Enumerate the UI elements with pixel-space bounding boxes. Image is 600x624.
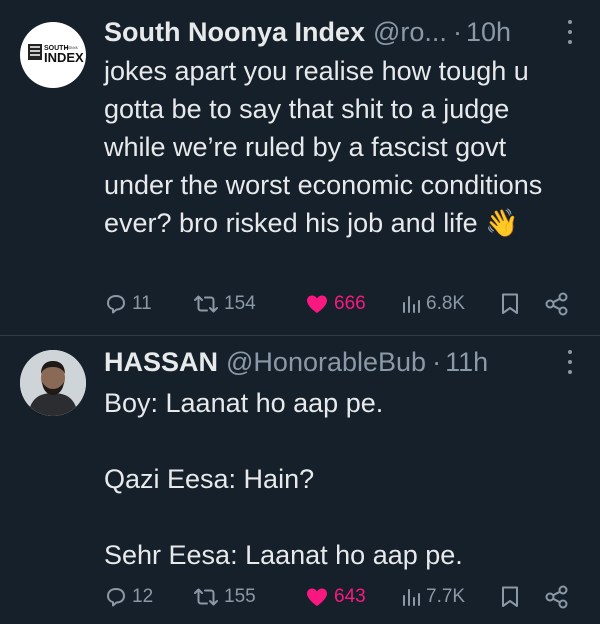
share-icon: [545, 292, 568, 316]
tweet-header: South Noonya Index @ro... · 10h: [104, 14, 580, 50]
timestamp[interactable]: 11h: [445, 347, 488, 378]
logo-icon: SOUTH NOONYA INDEX: [28, 44, 84, 65]
reply-icon: [107, 295, 125, 314]
bookmark-icon: [502, 293, 518, 314]
views-count: 7.7K: [426, 586, 466, 607]
retweet-count: 154: [224, 293, 256, 314]
retweet-count: 155: [224, 586, 256, 607]
like-button[interactable]: 666: [304, 288, 366, 320]
separator-dot: ·: [452, 16, 462, 47]
more-icon[interactable]: [560, 20, 580, 44]
heart-icon: [307, 295, 327, 313]
like-count: 666: [334, 293, 366, 314]
share-button[interactable]: [544, 288, 570, 320]
separator-dot: ·: [432, 346, 442, 377]
heart-icon: [307, 588, 327, 606]
avatar[interactable]: SOUTH NOONYA INDEX: [20, 22, 86, 88]
views-button[interactable]: 7.7K: [400, 581, 465, 613]
tweet[interactable]: HASSAN @HonorableBub · 11h Boy: Laanat h…: [0, 336, 600, 624]
reply-button[interactable]: 11: [104, 288, 152, 320]
retweet-button[interactable]: 155: [192, 581, 256, 613]
tweet-actions: 11 154 666 6.8K: [104, 288, 574, 320]
bookmark-button[interactable]: [498, 581, 522, 613]
reply-count: 12: [132, 586, 154, 607]
tweet-text: jokes apart you realise how tough u gott…: [104, 56, 550, 238]
views-icon: [403, 296, 420, 313]
tweet[interactable]: SOUTH NOONYA INDEX South Noonya Index @r…: [0, 0, 600, 336]
reply-icon: [107, 588, 125, 607]
display-name[interactable]: HASSAN: [104, 347, 218, 378]
avatar-photo: [20, 350, 86, 416]
tweet-header: HASSAN @HonorableBub · 11h: [104, 344, 580, 380]
like-button[interactable]: 643: [304, 581, 366, 613]
bookmark-icon: [502, 586, 518, 607]
logo-main-text: INDEX: [44, 50, 84, 65]
more-icon[interactable]: [560, 350, 580, 374]
reply-button[interactable]: 12: [104, 581, 153, 613]
retweet-icon: [194, 588, 218, 606]
like-count: 643: [334, 586, 366, 607]
avatar[interactable]: [20, 350, 86, 416]
share-icon: [545, 585, 568, 609]
display-name[interactable]: South Noonya Index: [104, 17, 365, 48]
tweet-text: Boy: Laanat ho aap pe. Qazi Eesa: Hain? …: [104, 388, 463, 570]
reply-count: 11: [132, 293, 152, 314]
tweet-actions: 12 155 643 7.7K: [104, 581, 574, 613]
share-button[interactable]: [544, 581, 570, 613]
views-icon: [403, 589, 420, 606]
bookmark-button[interactable]: [498, 288, 522, 320]
handle[interactable]: @HonorableBub: [226, 347, 426, 378]
handle[interactable]: @ro...: [373, 17, 447, 48]
retweet-icon: [194, 295, 218, 313]
retweet-button[interactable]: 154: [192, 288, 256, 320]
views-button[interactable]: 6.8K: [400, 288, 465, 320]
views-count: 6.8K: [426, 293, 466, 314]
timestamp[interactable]: 10h: [466, 17, 511, 48]
